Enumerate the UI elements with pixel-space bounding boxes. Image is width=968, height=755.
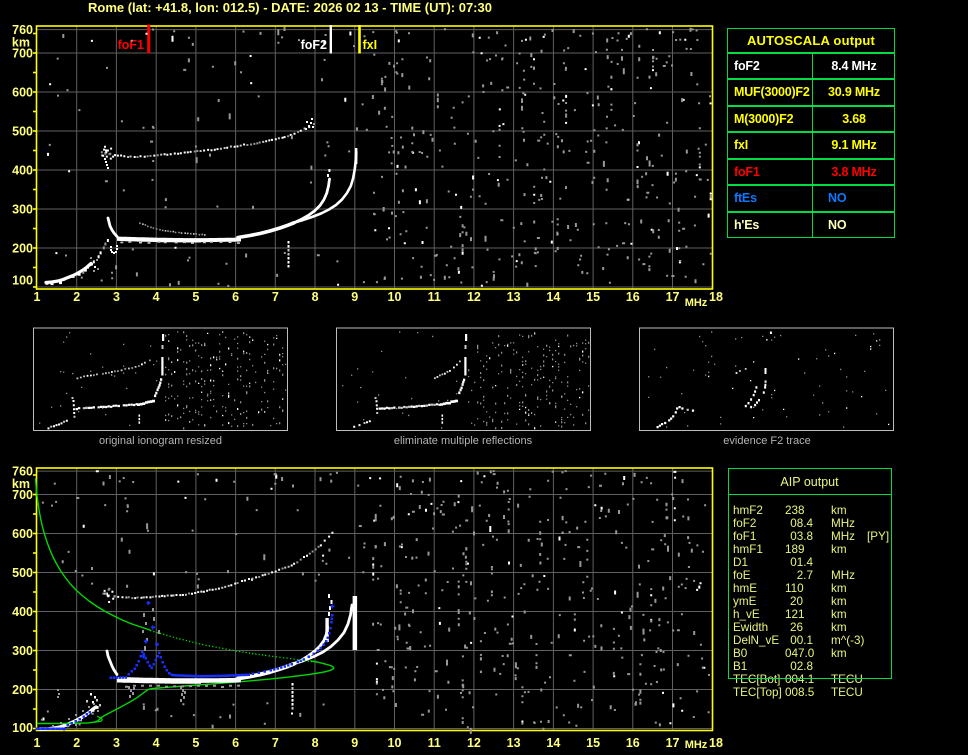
svg-text:MHz: MHz [685,297,708,309]
svg-text:10: 10 [388,736,402,750]
svg-text:5: 5 [192,290,199,304]
svg-text:400: 400 [12,605,33,619]
svg-text:11: 11 [428,736,441,750]
svg-text:foF1: foF1 [118,38,144,52]
svg-text:3: 3 [113,290,120,304]
svg-text:700: 700 [12,47,33,61]
svg-text:100: 100 [12,274,33,288]
svg-text:fxI: fxI [363,38,378,52]
svg-text:15: 15 [586,290,600,304]
svg-text:1: 1 [34,736,41,750]
svg-text:12: 12 [467,736,481,750]
svg-text:300: 300 [12,203,33,217]
svg-text:500: 500 [12,125,33,139]
svg-text:4: 4 [153,736,160,750]
svg-text:13: 13 [507,736,521,750]
svg-text:16: 16 [626,290,640,304]
svg-text:400: 400 [12,164,33,178]
svg-text:1: 1 [34,290,41,304]
svg-text:18: 18 [709,736,723,750]
svg-text:600: 600 [12,86,33,100]
svg-text:3: 3 [113,736,120,750]
svg-text:14: 14 [546,290,560,304]
svg-text:6: 6 [232,736,239,750]
svg-text:17: 17 [666,290,680,304]
svg-text:2: 2 [73,290,80,304]
svg-text:18: 18 [709,290,723,304]
svg-text:12: 12 [467,290,481,304]
svg-text:8: 8 [312,290,319,304]
svg-text:200: 200 [12,683,33,697]
svg-text:2: 2 [73,736,80,750]
svg-text:500: 500 [12,566,33,580]
svg-text:16: 16 [626,736,640,750]
svg-text:5: 5 [192,736,199,750]
svg-text:11: 11 [428,290,441,304]
svg-text:foF2: foF2 [301,38,327,52]
svg-text:200: 200 [12,242,33,256]
svg-text:300: 300 [12,644,33,658]
svg-text:7: 7 [272,290,279,304]
svg-text:700: 700 [12,488,33,502]
svg-text:10: 10 [388,290,402,304]
svg-text:4: 4 [153,290,160,304]
svg-text:15: 15 [586,736,600,750]
svg-text:8: 8 [312,736,319,750]
svg-text:600: 600 [12,527,33,541]
svg-text:100: 100 [12,721,33,735]
svg-text:MHz: MHz [685,739,708,751]
svg-text:9: 9 [351,290,358,304]
svg-text:13: 13 [507,290,521,304]
svg-text:6: 6 [232,290,239,304]
svg-text:7: 7 [272,736,279,750]
svg-text:14: 14 [546,736,560,750]
svg-text:17: 17 [666,736,680,750]
svg-text:9: 9 [351,736,358,750]
